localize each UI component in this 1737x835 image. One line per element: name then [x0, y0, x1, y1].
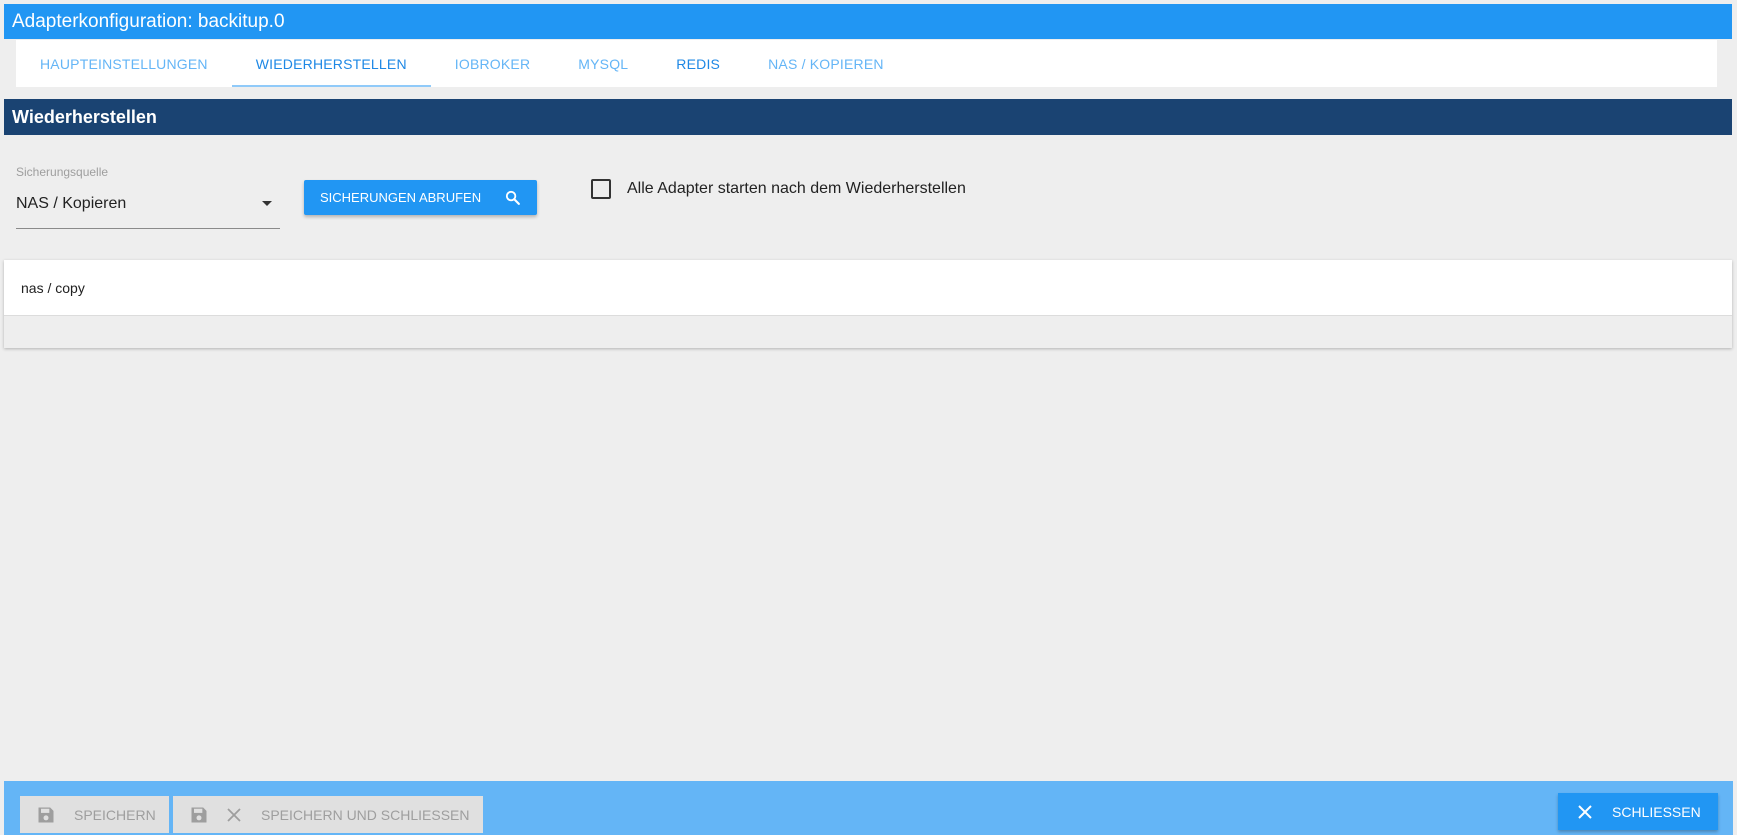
restart-adapters-option[interactable]: Alle Adapter starten nach dem Wiederhers…: [591, 179, 966, 199]
close-label: SCHLIESSEN: [1612, 803, 1701, 820]
close-icon: [227, 807, 241, 822]
save-label: SPEICHERN: [74, 806, 156, 823]
source-select[interactable]: Sicherungsquelle NAS / Kopieren: [16, 163, 280, 229]
floppy-disk-icon: [38, 807, 54, 822]
tab-bar: HAUPTEINSTELLUNGEN WIEDERHERSTELLEN IOBR…: [16, 40, 1717, 87]
floppy-disk-icon: [191, 807, 207, 822]
backup-list-footer: [4, 315, 1732, 348]
tab-wiederherstellen[interactable]: WIEDERHERSTELLEN: [231, 40, 431, 87]
tab-haupteinstellungen[interactable]: HAUPTEINSTELLUNGEN: [16, 40, 232, 87]
section-title: Wiederherstellen: [4, 99, 1732, 135]
save-and-close-button[interactable]: SPEICHERN UND SCHLIESSEN: [173, 796, 483, 833]
restart-adapters-checkbox[interactable]: [591, 179, 611, 199]
fetch-backups-button[interactable]: SICHERUNGEN ABRUFEN: [304, 180, 537, 215]
source-select-value[interactable]: NAS / Kopieren: [16, 195, 126, 213]
tab-mysql[interactable]: MYSQL: [554, 40, 652, 87]
backup-list-title: nas / copy: [21, 280, 85, 296]
tab-redis[interactable]: REDIS: [652, 40, 744, 87]
select-underline: [16, 228, 280, 229]
restart-adapters-label: Alle Adapter starten nach dem Wiederhers…: [627, 180, 966, 197]
save-and-close-label: SPEICHERN UND SCHLIESSEN: [261, 806, 470, 823]
close-icon: [1578, 804, 1592, 819]
source-select-label: Sicherungsquelle: [16, 165, 109, 179]
window-title: Adapterkonfiguration: backitup.0: [4, 4, 1732, 39]
close-button[interactable]: SCHLIESSEN: [1558, 793, 1718, 830]
search-icon: [505, 190, 520, 205]
backup-list-panel: nas / copy: [4, 260, 1732, 348]
tab-nas-kopieren[interactable]: NAS / KOPIEREN: [744, 40, 908, 87]
tab-iobroker[interactable]: IOBROKER: [431, 40, 555, 87]
footer-toolbar: SPEICHERN SPEICHERN UND SCHLIESSEN SCHLI…: [4, 781, 1733, 835]
save-button[interactable]: SPEICHERN: [20, 796, 169, 833]
fetch-backups-label: SICHERUNGEN ABRUFEN: [320, 190, 482, 205]
dropdown-caret-icon[interactable]: [262, 201, 272, 206]
